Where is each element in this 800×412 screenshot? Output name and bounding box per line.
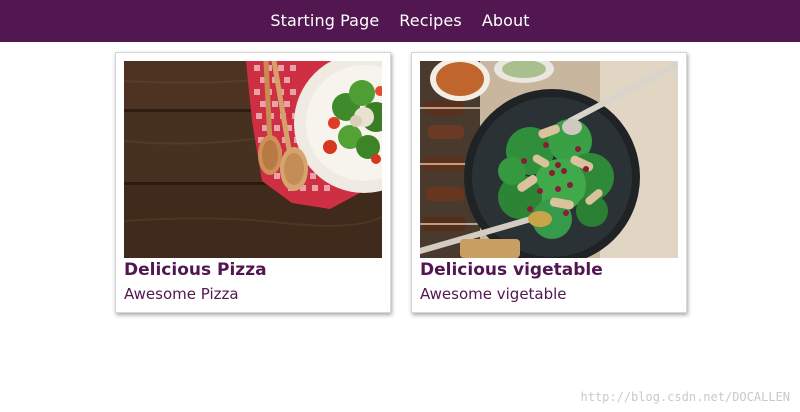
nav-link-about[interactable]: About (482, 0, 530, 42)
recipe-image-salad-bowl[interactable] (420, 61, 678, 258)
watermark: http://blog.csdn.net/DOCALLEN (580, 390, 790, 404)
card-subtitle: Awesome vigetable (420, 285, 567, 303)
recipe-image-salad-plate[interactable] (124, 61, 382, 258)
card-title[interactable]: Delicious vigetable (420, 260, 603, 280)
card-title[interactable]: Delicious Pizza (124, 260, 267, 280)
recipe-cards: Delicious Pizza Awesome Pizza Delicious … (115, 52, 695, 322)
card-subtitle: Awesome Pizza (124, 285, 239, 303)
nav-link-recipes[interactable]: Recipes (399, 0, 462, 42)
recipe-card-pizza[interactable]: Delicious Pizza Awesome Pizza (115, 52, 391, 313)
top-navigation: Starting Page Recipes About (0, 0, 800, 42)
recipe-card-vigetable[interactable]: Delicious vigetable Awesome vigetable (411, 52, 687, 313)
nav-link-starting-page[interactable]: Starting Page (270, 0, 379, 42)
